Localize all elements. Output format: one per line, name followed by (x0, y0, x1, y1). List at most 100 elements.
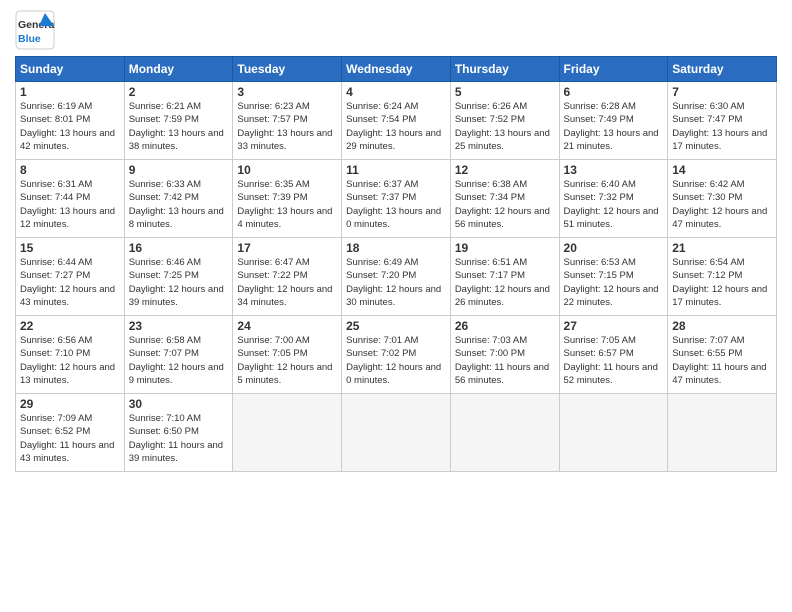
daylight-label: Daylight: 12 hours and 34 minutes. (237, 284, 332, 308)
day-number: 21 (672, 241, 772, 255)
day-number: 14 (672, 163, 772, 177)
day-info: Sunrise: 6:21 AM Sunset: 7:59 PM Dayligh… (129, 100, 229, 153)
day-number: 26 (455, 319, 555, 333)
calendar-cell: 23 Sunrise: 6:58 AM Sunset: 7:07 PM Dayl… (124, 316, 233, 394)
calendar-cell: 14 Sunrise: 6:42 AM Sunset: 7:30 PM Dayl… (668, 160, 777, 238)
calendar-cell: 13 Sunrise: 6:40 AM Sunset: 7:32 PM Dayl… (559, 160, 668, 238)
calendar-cell: 29 Sunrise: 7:09 AM Sunset: 6:52 PM Dayl… (16, 394, 125, 472)
sunset: Sunset: 7:00 PM (455, 348, 525, 359)
calendar-cell (342, 394, 451, 472)
daylight-label: Daylight: 12 hours and 56 minutes. (455, 206, 550, 230)
day-number: 12 (455, 163, 555, 177)
weekday-header: Tuesday (233, 57, 342, 82)
sunrise: Sunrise: 6:26 AM (455, 101, 527, 112)
calendar-cell: 12 Sunrise: 6:38 AM Sunset: 7:34 PM Dayl… (450, 160, 559, 238)
day-info: Sunrise: 6:56 AM Sunset: 7:10 PM Dayligh… (20, 334, 120, 387)
calendar-cell: 20 Sunrise: 6:53 AM Sunset: 7:15 PM Dayl… (559, 238, 668, 316)
sunrise: Sunrise: 6:49 AM (346, 257, 418, 268)
day-info: Sunrise: 6:33 AM Sunset: 7:42 PM Dayligh… (129, 178, 229, 231)
sunrise: Sunrise: 6:38 AM (455, 179, 527, 190)
sunrise: Sunrise: 6:23 AM (237, 101, 309, 112)
daylight-label: Daylight: 13 hours and 33 minutes. (237, 128, 332, 152)
daylight-label: Daylight: 12 hours and 47 minutes. (672, 206, 767, 230)
day-info: Sunrise: 6:24 AM Sunset: 7:54 PM Dayligh… (346, 100, 446, 153)
day-number: 7 (672, 85, 772, 99)
sunset: Sunset: 7:02 PM (346, 348, 416, 359)
daylight-label: Daylight: 11 hours and 52 minutes. (564, 362, 658, 386)
sunrise: Sunrise: 6:21 AM (129, 101, 201, 112)
day-number: 6 (564, 85, 664, 99)
sunrise: Sunrise: 6:35 AM (237, 179, 309, 190)
calendar-cell: 7 Sunrise: 6:30 AM Sunset: 7:47 PM Dayli… (668, 82, 777, 160)
day-number: 2 (129, 85, 229, 99)
calendar-cell: 1 Sunrise: 6:19 AM Sunset: 8:01 PM Dayli… (16, 82, 125, 160)
daylight-label: Daylight: 11 hours and 43 minutes. (20, 440, 114, 464)
sunrise: Sunrise: 6:54 AM (672, 257, 744, 268)
daylight-label: Daylight: 13 hours and 17 minutes. (672, 128, 767, 152)
calendar-cell: 5 Sunrise: 6:26 AM Sunset: 7:52 PM Dayli… (450, 82, 559, 160)
day-info: Sunrise: 7:05 AM Sunset: 6:57 PM Dayligh… (564, 334, 664, 387)
calendar-cell: 8 Sunrise: 6:31 AM Sunset: 7:44 PM Dayli… (16, 160, 125, 238)
sunrise: Sunrise: 6:47 AM (237, 257, 309, 268)
day-info: Sunrise: 6:40 AM Sunset: 7:32 PM Dayligh… (564, 178, 664, 231)
sunset: Sunset: 7:07 PM (129, 348, 199, 359)
daylight-label: Daylight: 11 hours and 47 minutes. (672, 362, 766, 386)
day-number: 4 (346, 85, 446, 99)
sunrise: Sunrise: 7:01 AM (346, 335, 418, 346)
sunrise: Sunrise: 6:24 AM (346, 101, 418, 112)
day-number: 30 (129, 397, 229, 411)
sunrise: Sunrise: 7:10 AM (129, 413, 201, 424)
day-info: Sunrise: 6:28 AM Sunset: 7:49 PM Dayligh… (564, 100, 664, 153)
sunrise: Sunrise: 6:37 AM (346, 179, 418, 190)
daylight-label: Daylight: 12 hours and 43 minutes. (20, 284, 115, 308)
calendar-cell: 3 Sunrise: 6:23 AM Sunset: 7:57 PM Dayli… (233, 82, 342, 160)
sunrise: Sunrise: 6:19 AM (20, 101, 92, 112)
day-info: Sunrise: 7:07 AM Sunset: 6:55 PM Dayligh… (672, 334, 772, 387)
sunrise: Sunrise: 6:56 AM (20, 335, 92, 346)
day-info: Sunrise: 6:30 AM Sunset: 7:47 PM Dayligh… (672, 100, 772, 153)
sunrise: Sunrise: 7:03 AM (455, 335, 527, 346)
calendar-cell: 24 Sunrise: 7:00 AM Sunset: 7:05 PM Dayl… (233, 316, 342, 394)
sunset: Sunset: 7:20 PM (346, 270, 416, 281)
day-info: Sunrise: 6:38 AM Sunset: 7:34 PM Dayligh… (455, 178, 555, 231)
day-info: Sunrise: 6:47 AM Sunset: 7:22 PM Dayligh… (237, 256, 337, 309)
day-info: Sunrise: 7:00 AM Sunset: 7:05 PM Dayligh… (237, 334, 337, 387)
sunset: Sunset: 7:59 PM (129, 114, 199, 125)
sunset: Sunset: 7:27 PM (20, 270, 90, 281)
sunrise: Sunrise: 6:46 AM (129, 257, 201, 268)
daylight-label: Daylight: 13 hours and 4 minutes. (237, 206, 332, 230)
calendar-cell: 11 Sunrise: 6:37 AM Sunset: 7:37 PM Dayl… (342, 160, 451, 238)
calendar-cell: 18 Sunrise: 6:49 AM Sunset: 7:20 PM Dayl… (342, 238, 451, 316)
logo: General Blue (15, 10, 55, 50)
sunset: Sunset: 7:32 PM (564, 192, 634, 203)
daylight-label: Daylight: 12 hours and 5 minutes. (237, 362, 332, 386)
calendar-cell (559, 394, 668, 472)
sunrise: Sunrise: 6:30 AM (672, 101, 744, 112)
weekday-header: Monday (124, 57, 233, 82)
day-number: 10 (237, 163, 337, 177)
calendar-cell: 17 Sunrise: 6:47 AM Sunset: 7:22 PM Dayl… (233, 238, 342, 316)
day-number: 23 (129, 319, 229, 333)
sunset: Sunset: 7:10 PM (20, 348, 90, 359)
calendar-cell: 15 Sunrise: 6:44 AM Sunset: 7:27 PM Dayl… (16, 238, 125, 316)
day-number: 25 (346, 319, 446, 333)
calendar-cell: 21 Sunrise: 6:54 AM Sunset: 7:12 PM Dayl… (668, 238, 777, 316)
sunrise: Sunrise: 7:07 AM (672, 335, 744, 346)
calendar-cell: 2 Sunrise: 6:21 AM Sunset: 7:59 PM Dayli… (124, 82, 233, 160)
day-info: Sunrise: 7:03 AM Sunset: 7:00 PM Dayligh… (455, 334, 555, 387)
sunset: Sunset: 7:25 PM (129, 270, 199, 281)
day-info: Sunrise: 6:51 AM Sunset: 7:17 PM Dayligh… (455, 256, 555, 309)
calendar-cell: 6 Sunrise: 6:28 AM Sunset: 7:49 PM Dayli… (559, 82, 668, 160)
day-info: Sunrise: 7:09 AM Sunset: 6:52 PM Dayligh… (20, 412, 120, 465)
day-info: Sunrise: 6:19 AM Sunset: 8:01 PM Dayligh… (20, 100, 120, 153)
daylight-label: Daylight: 12 hours and 0 minutes. (346, 362, 441, 386)
day-number: 28 (672, 319, 772, 333)
day-info: Sunrise: 6:31 AM Sunset: 7:44 PM Dayligh… (20, 178, 120, 231)
daylight-label: Daylight: 13 hours and 38 minutes. (129, 128, 224, 152)
sunset: Sunset: 7:34 PM (455, 192, 525, 203)
daylight-label: Daylight: 11 hours and 56 minutes. (455, 362, 549, 386)
calendar-cell: 4 Sunrise: 6:24 AM Sunset: 7:54 PM Dayli… (342, 82, 451, 160)
day-number: 13 (564, 163, 664, 177)
svg-text:Blue: Blue (18, 33, 41, 45)
day-number: 22 (20, 319, 120, 333)
